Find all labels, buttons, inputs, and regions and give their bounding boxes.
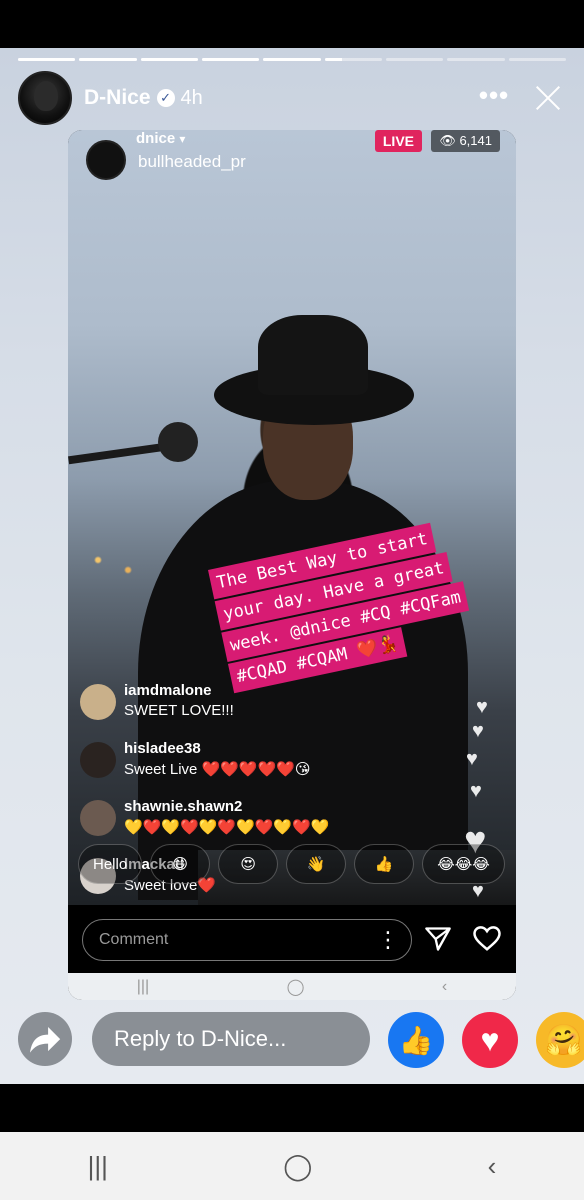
progress-segment: [18, 58, 76, 61]
progress-segment: [79, 58, 137, 61]
live-header: dnice ▾ bullheaded_pr LIVE 👁 6,141: [76, 130, 508, 190]
thumbs-up-icon: 👍: [398, 1024, 434, 1056]
progress-fill: [18, 58, 76, 61]
hug-icon: 🤗: [545, 1023, 583, 1057]
comment-user: iamdmalone: [124, 682, 212, 699]
recent-apps-icon[interactable]: |||: [88, 1151, 108, 1182]
back-icon: ‹: [441, 977, 448, 995]
guest-name: bullheaded_pr: [138, 152, 246, 171]
progress-fill: [140, 58, 198, 61]
quick-reply-laugh[interactable]: 😂😂😂: [422, 844, 505, 884]
viewer-count: 👁 6,141: [431, 130, 500, 152]
chevron-down-icon: ▾: [179, 132, 186, 146]
status-bar: [0, 0, 584, 48]
story-progress: [18, 58, 566, 62]
story-viewer: { "story": { "author": "D-Nice", "time":…: [0, 0, 584, 1200]
recent-apps-icon: |||: [136, 977, 150, 995]
comment-user: hisladee38: [124, 740, 201, 757]
post-time: 4h: [180, 86, 203, 109]
progress-segment: [201, 58, 260, 61]
heart-icon: ♥: [466, 748, 478, 770]
care-reaction-button[interactable]: 🤗: [536, 1012, 584, 1068]
quick-reply-hello[interactable]: Hello: [78, 844, 143, 884]
live-comment-bar: Comment ⋮: [68, 905, 516, 973]
live-screenshot: dnice ▾ bullheaded_pr LIVE 👁 6,141 The B…: [68, 130, 516, 1000]
progress-fill: [324, 58, 342, 61]
kebab-menu-icon[interactable]: ⋮: [377, 920, 399, 960]
quick-reply-heart-eyes[interactable]: 😍: [218, 844, 279, 884]
share-arrow-icon: [30, 1027, 61, 1053]
author-avatar[interactable]: [18, 71, 72, 125]
home-icon: ◯: [286, 978, 305, 996]
comment-item: iamdmalone SWEET LOVE!!!: [80, 682, 380, 740]
progress-segment: [508, 58, 566, 61]
author-name[interactable]: D-Nice: [84, 86, 151, 110]
reply-bar: Reply to D-Nice... 👍 ♥ 🤗: [0, 1000, 584, 1084]
share-button[interactable]: [18, 1012, 72, 1066]
home-icon[interactable]: ◯: [283, 1151, 312, 1182]
spacer-bar: [0, 1084, 584, 1132]
live-badge: LIVE: [374, 130, 422, 152]
comment-placeholder: Comment: [99, 931, 169, 948]
heart-icon: ♥: [480, 1021, 500, 1058]
like-reaction-button[interactable]: 👍: [388, 1012, 444, 1068]
progress-segment: [324, 58, 382, 61]
progress-segment: [263, 58, 321, 61]
progress-fill: [79, 58, 137, 61]
system-nav-bar: ||| ◯ ‹: [0, 1132, 584, 1200]
screenshot-nav-bar: ||| ◯ ‹: [68, 973, 516, 1000]
comment-text: SWEET LOVE!!!: [124, 702, 234, 719]
comment-user: shawnie.shawn2: [124, 798, 243, 815]
close-icon[interactable]: [530, 80, 566, 116]
quick-reply-wave[interactable]: 👋: [286, 844, 347, 884]
more-options-button[interactable]: •••: [474, 80, 514, 116]
send-icon[interactable]: [424, 925, 452, 953]
verified-badge-icon: ✓: [156, 89, 175, 107]
progress-fill: [201, 58, 260, 61]
progress-fill: [263, 58, 321, 61]
heart-icon: ♥: [470, 780, 482, 802]
progress-segment: [140, 58, 198, 61]
hat-crown: [258, 315, 368, 395]
comment-text: Sweet Live ❤️❤️❤️❤️❤️😘: [124, 761, 311, 778]
heart-icon: ♥: [476, 696, 488, 718]
progress-segment: [447, 58, 505, 61]
heart-icon: ♥: [472, 720, 484, 742]
love-reaction-button[interactable]: ♥: [462, 1012, 518, 1068]
comment-input[interactable]: Comment ⋮: [82, 919, 412, 961]
commenter-avatar: [80, 742, 116, 778]
commenter-avatar: [80, 800, 116, 836]
comment-item: hisladee38 Sweet Live ❤️❤️❤️❤️❤️😘: [80, 740, 380, 798]
microphone: [158, 422, 198, 462]
quick-replies: Hello 😄 😍 👋 👍 😂😂😂: [78, 844, 508, 886]
quick-reply-smile[interactable]: 😄: [150, 844, 211, 884]
progress-segment: [385, 58, 444, 61]
reply-input[interactable]: Reply to D-Nice...: [92, 1012, 370, 1066]
quick-reply-thumbs[interactable]: 👍: [354, 844, 415, 884]
back-icon[interactable]: ‹: [488, 1151, 497, 1182]
commenter-avatar: [80, 684, 116, 720]
host-name: dnice ▾: [136, 130, 186, 147]
guest-avatar: [86, 140, 126, 180]
like-heart-icon[interactable]: [472, 923, 502, 953]
story-header: D-Nice ✓ 4h •••: [18, 70, 566, 126]
comment-text: 💛❤️💛❤️💛❤️💛❤️💛❤️💛: [124, 819, 330, 836]
